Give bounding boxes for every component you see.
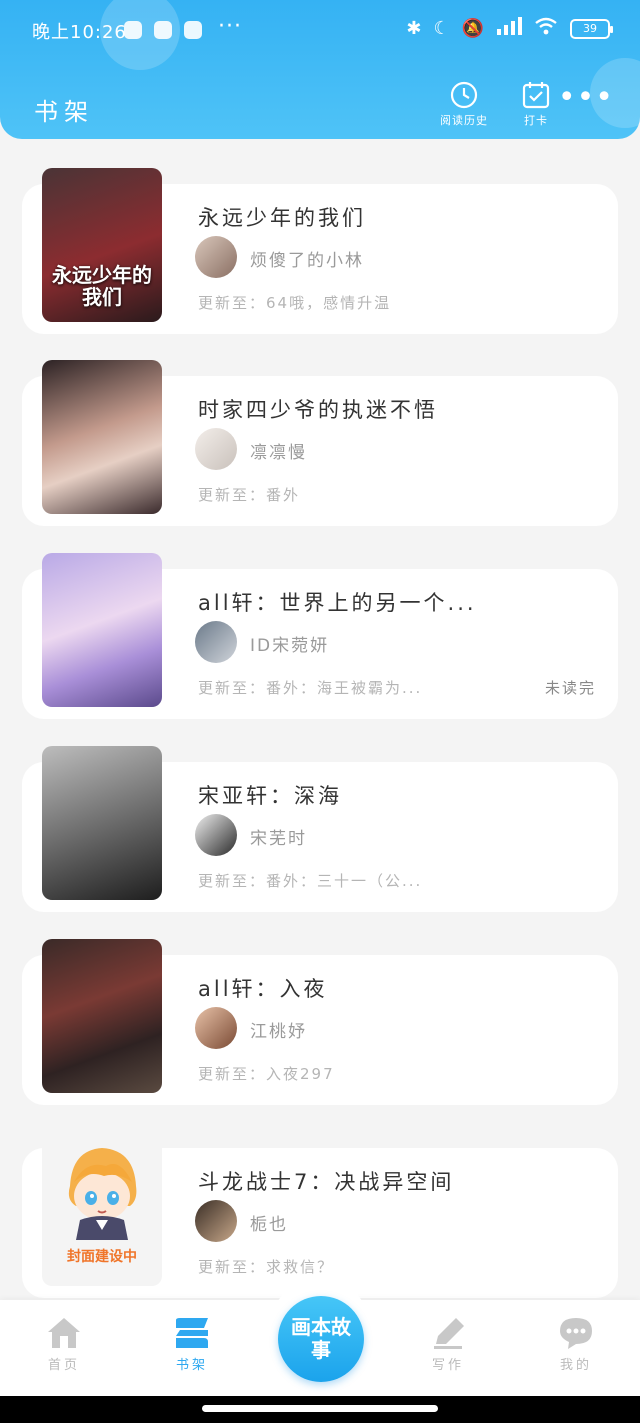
book-title: all轩：世界上的另一个... <box>198 591 477 615</box>
author-name: 烦傻了的小林 <box>250 251 364 271</box>
nav-mine-label: 我的 <box>559 1358 592 1373</box>
chat-bubble-icon <box>560 1318 592 1349</box>
book-cover <box>42 553 162 707</box>
author-avatar <box>195 814 237 856</box>
notification-app-icon <box>124 21 142 39</box>
nav-write[interactable]: 写作 <box>408 1316 488 1373</box>
update-info: 更新至：求救信？ <box>198 1258 335 1276</box>
book-item[interactable]: 宋亚轩：深海 宋芜时 更新至：番外：三十一（公... <box>22 746 618 912</box>
author-name: 江桃妤 <box>250 1022 307 1042</box>
book-item[interactable]: 封面建设中 斗龙战士7：决战异空间 栀也 更新至：求救信？ <box>22 1132 618 1298</box>
home-indicator[interactable] <box>202 1405 438 1412</box>
nav-home[interactable]: 首页 <box>24 1316 104 1373</box>
mascot-illustration <box>68 1148 137 1240</box>
update-info: 更新至：入夜297 <box>198 1065 335 1083</box>
author-avatar <box>195 1200 237 1242</box>
book-title: 斗龙战士7：决战异空间 <box>198 1170 455 1194</box>
book-cover <box>42 360 162 514</box>
book-cover <box>42 939 162 1093</box>
book-title: 永远少年的我们 <box>198 206 366 230</box>
book-title: all轩：入夜 <box>198 977 328 1001</box>
reading-history-label: 阅读历史 <box>440 114 488 127</box>
status-time: 晚上10:26 <box>32 22 127 43</box>
home-icon <box>48 1318 80 1348</box>
signal-icon <box>496 17 522 40</box>
book-cover <box>42 746 162 900</box>
author-avatar <box>195 236 237 278</box>
cover-title: 永远少年的我们 <box>52 263 152 309</box>
reading-history-button[interactable]: 阅读历史 <box>432 80 496 128</box>
update-info: 更新至：番外：海王被霸为... <box>198 679 423 697</box>
moon-icon: ☾ <box>433 18 450 39</box>
author-name: 凛凛慢 <box>250 443 307 463</box>
book-item[interactable]: 永远少年的我们 永远少年的我们 烦傻了的小林 更新至：64哦，感情升温 <box>22 168 618 334</box>
author-avatar <box>195 621 237 663</box>
book-item[interactable]: 时家四少爷的执迷不悟 凛凛慢 更新至：番外 <box>22 360 618 526</box>
nav-bookshelf[interactable]: 书架 <box>152 1316 232 1373</box>
book-cover-placeholder: 封面建设中 <box>42 1132 162 1286</box>
calendar-check-icon <box>522 82 550 109</box>
mute-bell-icon: 🔕 <box>461 18 484 39</box>
book-title: 时家四少爷的执迷不悟 <box>198 398 438 422</box>
update-info: 更新至：番外：三十一（公... <box>198 872 423 890</box>
author-avatar <box>195 428 237 470</box>
bluetooth-icon: ✱ <box>406 18 422 39</box>
update-info: 更新至：番外 <box>198 486 301 504</box>
book-cover: 永远少年的我们 <box>42 168 162 322</box>
author-avatar <box>195 1007 237 1049</box>
nav-mine[interactable]: 我的 <box>536 1316 616 1373</box>
page-title: 书架 <box>34 98 94 126</box>
nav-write-label: 写作 <box>431 1358 464 1373</box>
app-header: 晚上10:26 ··· ✱ ☾ 🔕 39 书架 阅读历史 打卡 ••• <box>0 0 640 139</box>
update-info: 更新至：64哦，感情升温 <box>198 294 392 312</box>
battery-icon: 39 <box>570 18 613 39</box>
wifi-icon <box>534 17 558 40</box>
pen-icon <box>434 1318 464 1349</box>
create-story-button[interactable]: 画本故事 <box>278 1296 364 1382</box>
book-title: 宋亚轩：深海 <box>198 784 342 808</box>
book-item[interactable]: all轩：入夜 江桃妤 更新至：入夜297 <box>22 939 618 1105</box>
book-item[interactable]: all轩：世界上的另一个... ID宋菀妍 更新至：番外：海王被霸为... 未读… <box>22 553 618 719</box>
nav-home-label: 首页 <box>47 1358 80 1373</box>
author-name: 宋芜时 <box>250 829 307 849</box>
author-name: 栀也 <box>250 1215 288 1235</box>
bookshelf-icon <box>176 1318 208 1348</box>
read-status-badge: 未读完 <box>544 679 596 697</box>
status-bar: 晚上10:26 ··· ✱ ☾ 🔕 39 <box>0 0 640 62</box>
more-options-icon[interactable]: ••• <box>558 83 614 113</box>
more-notifications-icon: ··· <box>218 14 242 39</box>
author-name: ID宋菀妍 <box>250 636 330 656</box>
cover-placeholder-label: 封面建设中 <box>67 1249 137 1265</box>
nav-bookshelf-label: 书架 <box>175 1358 208 1373</box>
notification-app-icon <box>154 21 172 39</box>
notification-app-icon <box>184 21 202 39</box>
clock-icon <box>450 81 478 109</box>
